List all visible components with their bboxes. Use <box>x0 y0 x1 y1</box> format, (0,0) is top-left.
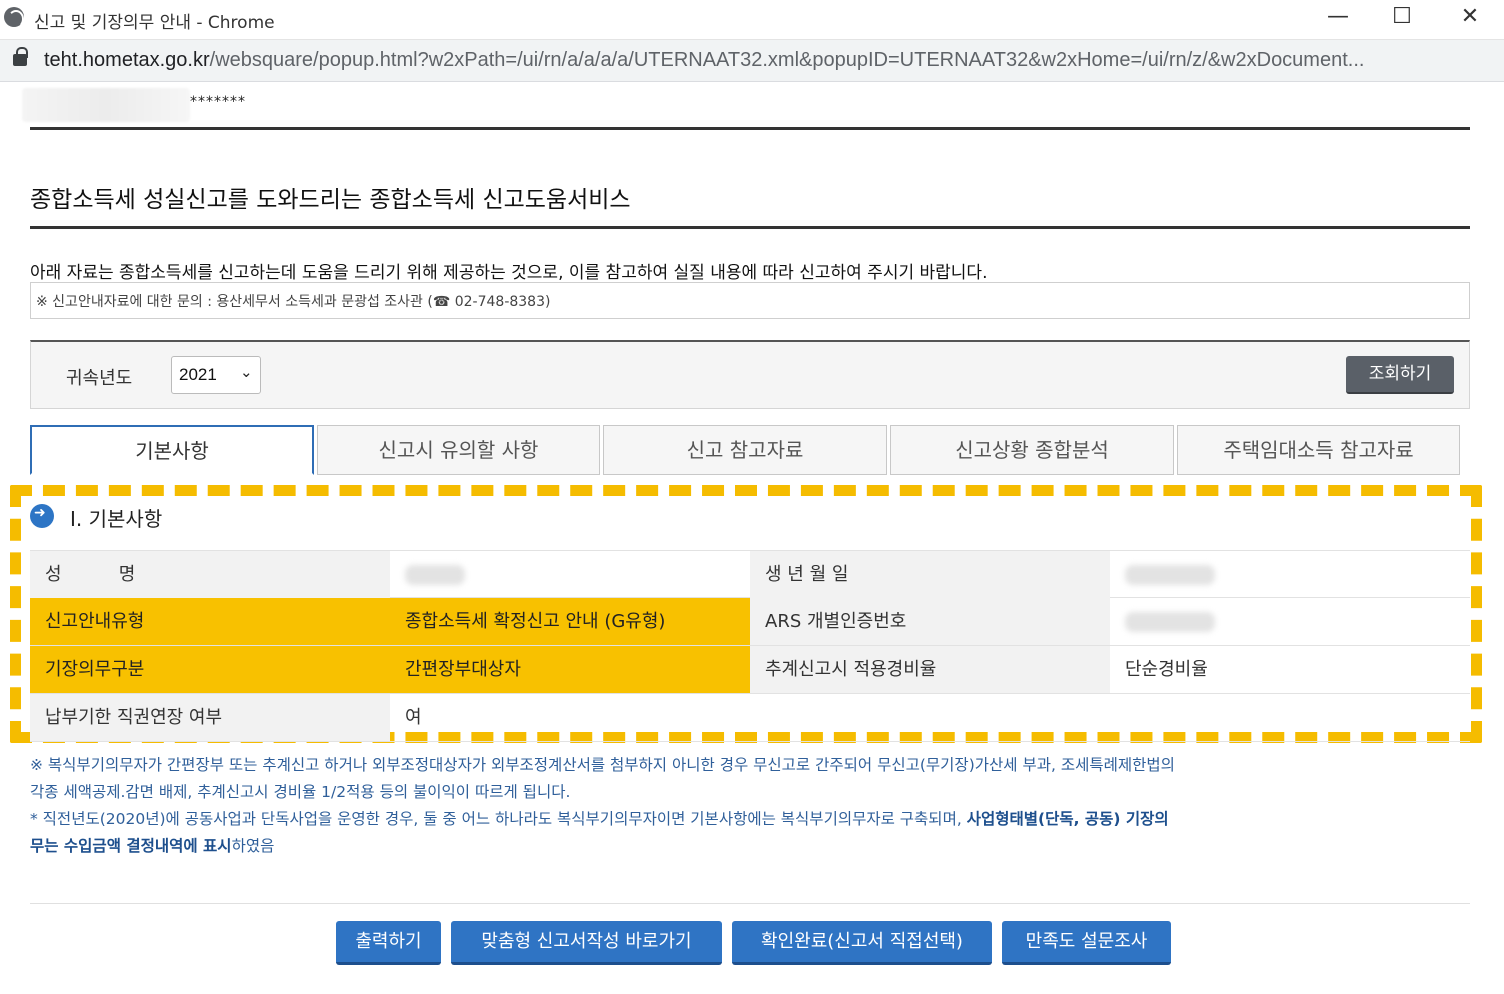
expense-rate-value: 단순경비율 <box>1125 659 1208 680</box>
window-title: 신고 및 기장의무 안내 - Chrome <box>34 13 275 33</box>
masked-id: ******* <box>190 94 246 110</box>
search-bar: 귀속년도 2021 ⌄ 조회하기 <box>30 340 1470 409</box>
guide-type-value: 종합소득세 확정신고 안내 (G유형) <box>390 598 750 645</box>
ars-label: ARS 개별인증번호 <box>750 598 1110 645</box>
notes: ※ 복식부기의무자가 간편장부 또는 추계신고 하거나 외부조정대상자가 외부조… <box>30 752 1480 860</box>
note-line: * 직전년도(2020년)에 공동사업과 단독사업을 운영한 경우, 둘 중 어… <box>30 806 1480 833</box>
tab-basic-info[interactable]: 기본사항 <box>30 425 314 475</box>
table-row: 신고안내유형 종합소득세 확정신고 안내 (G유형) ARS 개별인증번호 <box>30 598 1470 646</box>
confirm-button[interactable]: 확인완료(신고서 직접선택) <box>732 921 992 965</box>
chevron-down-icon: ⌄ <box>240 363 253 381</box>
bottom-divider <box>30 903 1470 904</box>
note-line: 각종 세액공제.감면 배제, 추계신고시 경비율 1/2적용 등의 불이익이 따… <box>30 783 571 801</box>
note-emphasis: 무는 수입금액 결정내역에 표시 <box>30 837 232 855</box>
note-text: 하였음 <box>231 837 275 855</box>
top-divider <box>30 127 1470 130</box>
bookkeeping-value: 간편장부대상자 <box>390 646 750 693</box>
table-row: 기장의무구분 간편장부대상자 추계신고시 적용경비율 단순경비율 <box>30 646 1470 694</box>
print-button[interactable]: 출력하기 <box>336 921 441 965</box>
minimize-button[interactable]: — <box>1306 0 1370 36</box>
close-button[interactable]: ✕ <box>1438 0 1502 36</box>
tab-bar: 기본사항 신고시 유의할 사항 신고 참고자료 신고상황 종합분석 주택임대소득… <box>30 425 1470 475</box>
guide-type-label: 신고안내유형 <box>30 598 390 645</box>
masked-user-info <box>22 88 190 122</box>
note-emphasis: 사업형태별(단독, 공동) 기장의 <box>966 810 1169 828</box>
year-value: 2021 <box>179 365 217 384</box>
note-line: ※ 복식부기의무자가 간편장부 또는 추계신고 하거나 외부조정대상자가 외부조… <box>30 756 1175 774</box>
title-divider <box>30 226 1470 229</box>
page-title: 종합소득세 성실신고를 도와드리는 종합소득세 신고도움서비스 <box>30 187 631 213</box>
birth-label: 생 년 월 일 <box>750 551 1110 598</box>
birth-value <box>1110 551 1470 598</box>
section-title: Ⅰ. 기본사항 <box>70 507 163 531</box>
year-select[interactable]: 2021 ⌄ <box>171 356 261 394</box>
name-value <box>390 551 750 598</box>
window-titlebar: 신고 및 기장의무 안내 - Chrome — ☐ ✕ <box>0 0 1504 40</box>
url-path: /websquare/popup.html?w2xPath=/ui/rn/a/a… <box>209 49 1365 71</box>
inquiry-text: ※ 신고안내자료에 대한 문의 : 용산세무서 소득세과 문광섭 조사관 (☎ … <box>36 294 551 310</box>
tab-housing-rental[interactable]: 주택임대소득 참고자료 <box>1177 425 1460 475</box>
extension-value: 여 <box>405 707 422 728</box>
bookkeeping-label: 기장의무구분 <box>30 646 390 693</box>
table-row: 성 명 생 년 월 일 <box>30 550 1470 598</box>
lock-icon <box>13 47 28 66</box>
note-line: 무는 수입금액 결정내역에 표시하였음 <box>30 833 1480 860</box>
address-bar[interactable]: teht.hometax.go.kr/websquare/popup.html?… <box>0 40 1504 82</box>
year-label: 귀속년도 <box>66 368 133 389</box>
intro-text: 아래 자료는 종합소득세를 신고하는데 도움을 드리기 위해 제공하는 것으로,… <box>30 263 988 283</box>
name-label: 성 명 <box>30 551 390 598</box>
search-button[interactable]: 조회하기 <box>1346 356 1454 394</box>
tab-filing-cautions[interactable]: 신고시 유의할 사항 <box>317 425 600 475</box>
survey-button[interactable]: 만족도 설문조사 <box>1002 921 1171 965</box>
arrow-right-icon <box>30 504 54 528</box>
url-host: teht.hometax.go.kr <box>44 49 210 71</box>
ars-value <box>1110 598 1470 645</box>
note-text: * 직전년도(2020년)에 공동사업과 단독사업을 운영한 경우, 둘 중 어… <box>30 810 967 828</box>
tab-filing-analysis[interactable]: 신고상황 종합분석 <box>890 425 1174 475</box>
custom-form-button[interactable]: 맞춤형 신고서작성 바로가기 <box>451 921 722 965</box>
extension-label: 납부기한 직권연장 여부 <box>30 694 390 741</box>
inquiry-box: ※ 신고안내자료에 대한 문의 : 용산세무서 소득세과 문광섭 조사관 (☎ … <box>30 282 1470 319</box>
globe-icon <box>4 7 24 28</box>
url-text[interactable]: teht.hometax.go.kr/websquare/popup.html?… <box>44 49 1484 72</box>
tab-reference-data[interactable]: 신고 참고자료 <box>603 425 887 475</box>
table-row: 납부기한 직권연장 여부 여 <box>30 694 1470 742</box>
expense-rate-label: 추계신고시 적용경비율 <box>750 646 1110 693</box>
maximize-button[interactable]: ☐ <box>1370 0 1434 36</box>
